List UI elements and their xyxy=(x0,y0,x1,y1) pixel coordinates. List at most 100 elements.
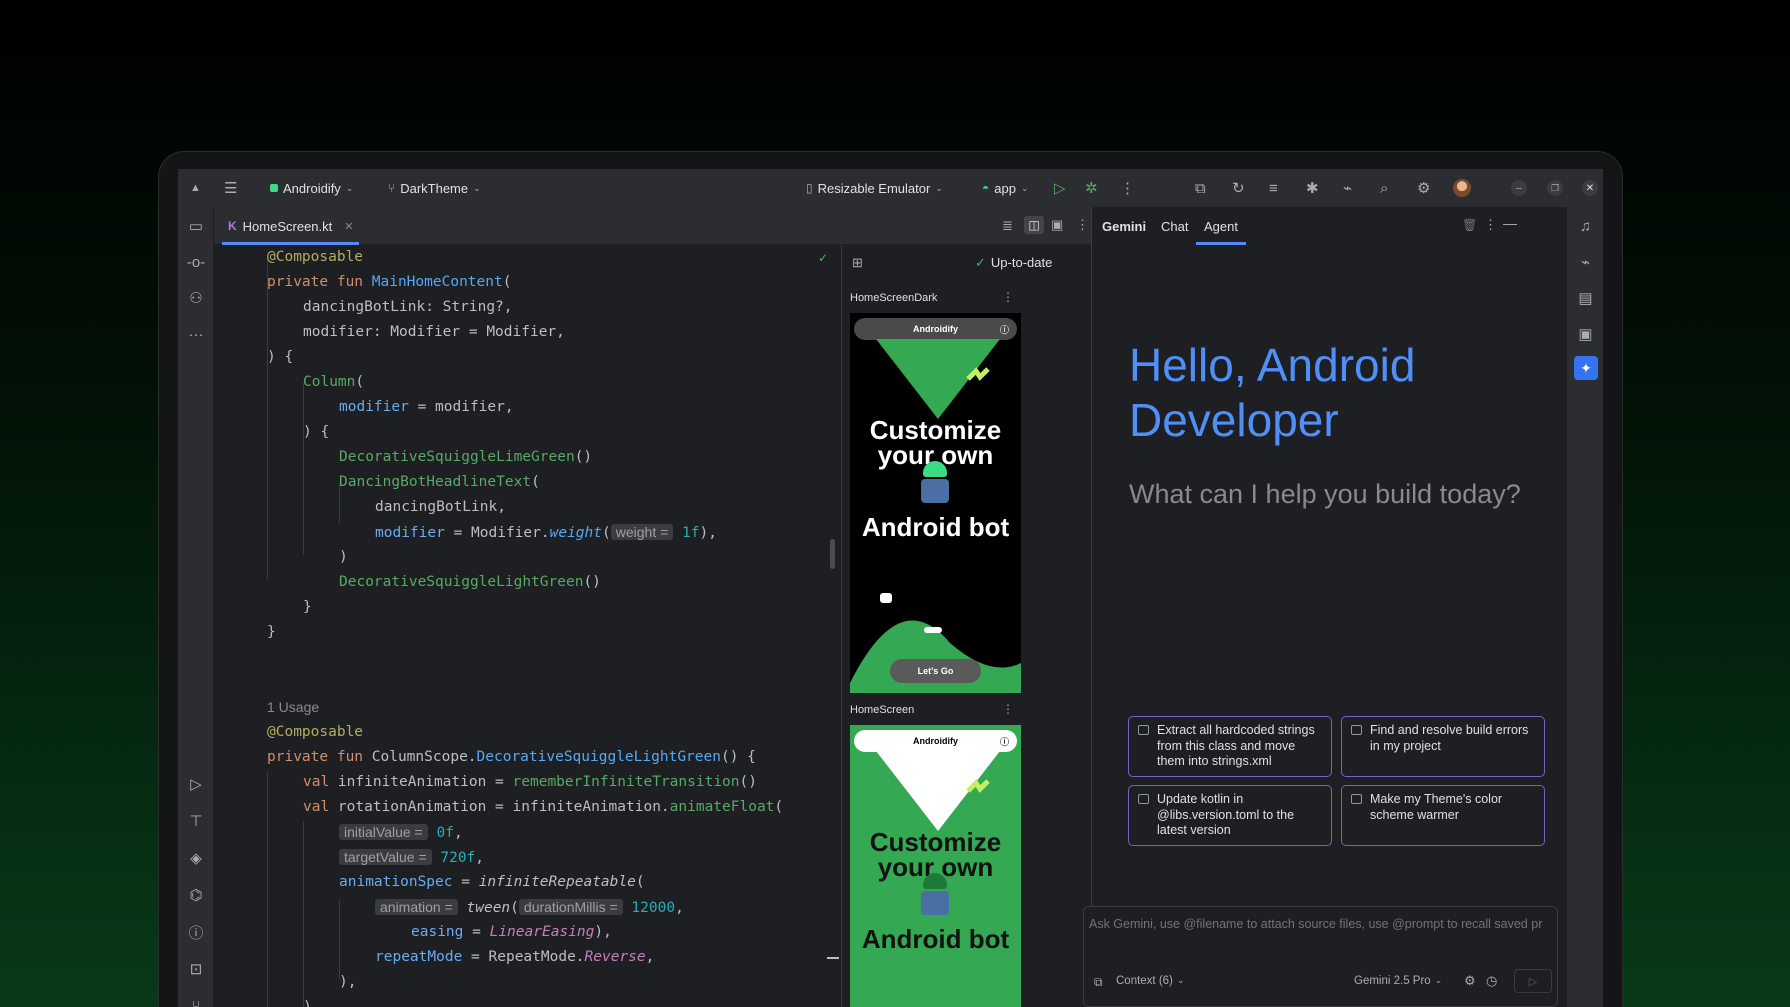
search-button[interactable]: ⌕ xyxy=(1380,169,1388,207)
code-line: private fun ColumnScope.DecorativeSquigg… xyxy=(267,749,756,765)
indent-guide xyxy=(267,259,268,579)
more-tools-button[interactable]: ··· xyxy=(178,319,214,349)
send-button[interactable]: ▷ xyxy=(1514,969,1552,993)
clipboard-icon: ▣ xyxy=(1578,326,1593,343)
suggestion-chip[interactable]: Make my Theme's color scheme warmer xyxy=(1341,785,1545,846)
attach-context-icon[interactable]: ⧉ xyxy=(1094,975,1103,990)
commit-tool-button[interactable]: -o- xyxy=(178,247,214,277)
build-tool-button[interactable]: ⊤ xyxy=(178,806,214,836)
close-window-button[interactable]: ✕ xyxy=(1582,169,1598,207)
tabs-more-button[interactable]: ⋮ xyxy=(1076,217,1089,233)
project-selector[interactable]: Androidify ⌄ xyxy=(270,169,353,207)
split-view-button[interactable]: ◫ xyxy=(1024,216,1044,234)
run-tool-button[interactable]: ▷ xyxy=(178,769,214,799)
prompt-settings-icon[interactable]: ⚙ xyxy=(1464,973,1476,989)
vcs-button[interactable]: ⑂ xyxy=(178,991,214,1007)
history-icon[interactable]: ◷ xyxy=(1486,973,1497,989)
model-selector[interactable]: Gemini 2.5 Pro ⌄ xyxy=(1354,975,1442,987)
run-icon: ▷ xyxy=(190,776,202,793)
hamburger-menu-icon: ☰ xyxy=(224,180,238,197)
delete-icon[interactable]: 🗑 xyxy=(1462,218,1477,232)
avatar-image xyxy=(1453,179,1471,197)
lets-go-button[interactable]: Let's Go xyxy=(890,659,981,683)
device-explorer-button[interactable]: ▤ xyxy=(1567,283,1603,313)
avatar[interactable] xyxy=(1453,169,1471,207)
maximize-button[interactable]: ❐ xyxy=(1547,169,1563,207)
profiler-button[interactable]: ✱ xyxy=(1306,169,1319,207)
preview-label-dark: HomeScreenDark xyxy=(850,292,938,304)
gemini-tool-button[interactable]: ✦ xyxy=(1574,356,1598,380)
design-view-button[interactable]: ▣ xyxy=(1051,217,1063,233)
git-branch-icon: ⑂ xyxy=(388,181,396,195)
apply-changes-button[interactable]: ↻ xyxy=(1232,169,1245,207)
tab-homescreen-kt[interactable]: K HomeScreen.kt ✕ xyxy=(222,207,360,245)
code-line: ) xyxy=(339,549,348,565)
code-line: animation = tween(durationMillis = 12000… xyxy=(375,895,684,920)
minimize-button[interactable]: – xyxy=(1511,169,1527,207)
layout-inspector-button[interactable]: ⧉ xyxy=(1195,169,1206,207)
logcat-button[interactable]: ⌬ xyxy=(178,880,214,910)
compose-preview-panel: ⊞ ✓ Up-to-date HomeScreenDark ⋮ Androidi… xyxy=(841,245,1091,1007)
greeting-subtitle: What can I help you build today? xyxy=(1129,479,1521,509)
app-quality-button[interactable]: ◈ xyxy=(178,843,214,873)
check-icon: ✓ xyxy=(975,255,986,270)
context-selector[interactable]: Context (6) ⌄ xyxy=(1116,975,1184,987)
problems-button[interactable]: ⓘ xyxy=(178,917,214,947)
running-devices-button[interactable]: ⌁ xyxy=(1567,247,1603,277)
tab-chat[interactable]: Chat xyxy=(1161,207,1188,245)
project-icon xyxy=(270,184,278,192)
prompt-input[interactable]: Ask Gemini, use @filename to attach sour… xyxy=(1089,917,1551,931)
usage-hint[interactable]: 1 Usage xyxy=(267,695,319,720)
indent-guide xyxy=(303,383,304,555)
code-line: } xyxy=(303,599,312,615)
run-button[interactable]: ▷ xyxy=(1054,169,1066,207)
kotlin-file-icon: K xyxy=(228,219,237,233)
device-icon: ▯ xyxy=(806,181,813,195)
sync-icon: ≡ xyxy=(1269,179,1278,197)
sync-button[interactable]: ≡ xyxy=(1269,169,1278,207)
code-line: ) { xyxy=(303,424,330,440)
code-view-button[interactable]: ≣ xyxy=(1002,218,1013,234)
tab-agent[interactable]: Agent xyxy=(1196,207,1246,245)
code-editor[interactable]: @Composable private fun MainHomeContent(… xyxy=(214,245,841,1007)
preview-phone-dark[interactable]: Androidify ⓘ Customize your own Android … xyxy=(850,313,1021,693)
run-config-selector[interactable]: ◓ app ⌄ xyxy=(982,169,1029,207)
device-manager-button[interactable]: ⌁ xyxy=(1343,169,1352,207)
folder-icon: ▭ xyxy=(188,218,204,235)
indent-guide xyxy=(267,771,268,1007)
code-line: } xyxy=(267,624,276,640)
more-actions-button[interactable]: ⋮ xyxy=(1120,169,1135,207)
close-tab-icon[interactable]: ✕ xyxy=(344,220,353,233)
gradle-button[interactable]: ▣ xyxy=(1567,319,1603,349)
project-tool-button[interactable]: ▭ xyxy=(178,211,214,241)
active-tab-indicator xyxy=(1196,242,1246,245)
suggestion-chip[interactable]: Find and resolve build errors in my proj… xyxy=(1341,716,1545,777)
panel-more-icon[interactable]: ⋮ xyxy=(1484,217,1497,233)
restore-icon: ❐ xyxy=(1547,180,1563,196)
preview-more-icon[interactable]: ⋮ xyxy=(1002,702,1014,716)
suggestion-chip[interactable]: Update kotlin in @libs.version.toml to t… xyxy=(1128,785,1332,846)
running-devices-icon: ⌁ xyxy=(1580,254,1591,271)
code-line: Column( xyxy=(303,374,365,390)
editor-scrollbar-thumb[interactable] xyxy=(830,539,835,569)
apply-changes-icon: ↻ xyxy=(1232,180,1245,197)
terminal-button[interactable]: ⊡ xyxy=(178,954,214,984)
code-line: repeatMode = RepeatMode.Reverse, xyxy=(375,949,655,965)
branch-selector[interactable]: ⑂ DarkTheme ⌄ xyxy=(388,169,481,207)
suggestion-chip[interactable]: Extract all hardcoded strings from this … xyxy=(1128,716,1332,777)
app-top-bar: Androidify ⓘ xyxy=(854,730,1017,752)
preview-layout-icon[interactable]: ⊞ xyxy=(852,255,863,271)
code-line: ), xyxy=(339,974,357,990)
preview-phone-light[interactable]: Androidify ⓘ Customize your own Android … xyxy=(850,725,1021,1007)
run-config-name: app xyxy=(994,180,1016,196)
settings-button[interactable]: ⚙ xyxy=(1417,169,1430,207)
structure-tool-button[interactable]: ⚇ xyxy=(178,283,214,313)
code-line: targetValue = 720f, xyxy=(339,845,484,870)
main-menu-button[interactable]: ☰ xyxy=(224,169,237,207)
device-selector[interactable]: ▯ Resizable Emulator ⌄ xyxy=(806,169,943,207)
notifications-button[interactable]: ♫ xyxy=(1567,211,1603,241)
panel-minimize-icon[interactable]: — xyxy=(1503,215,1517,231)
preview-more-icon[interactable]: ⋮ xyxy=(1002,290,1014,304)
device-manager-icon: ⌁ xyxy=(1343,180,1353,197)
debug-button[interactable]: ✲ xyxy=(1085,169,1098,207)
